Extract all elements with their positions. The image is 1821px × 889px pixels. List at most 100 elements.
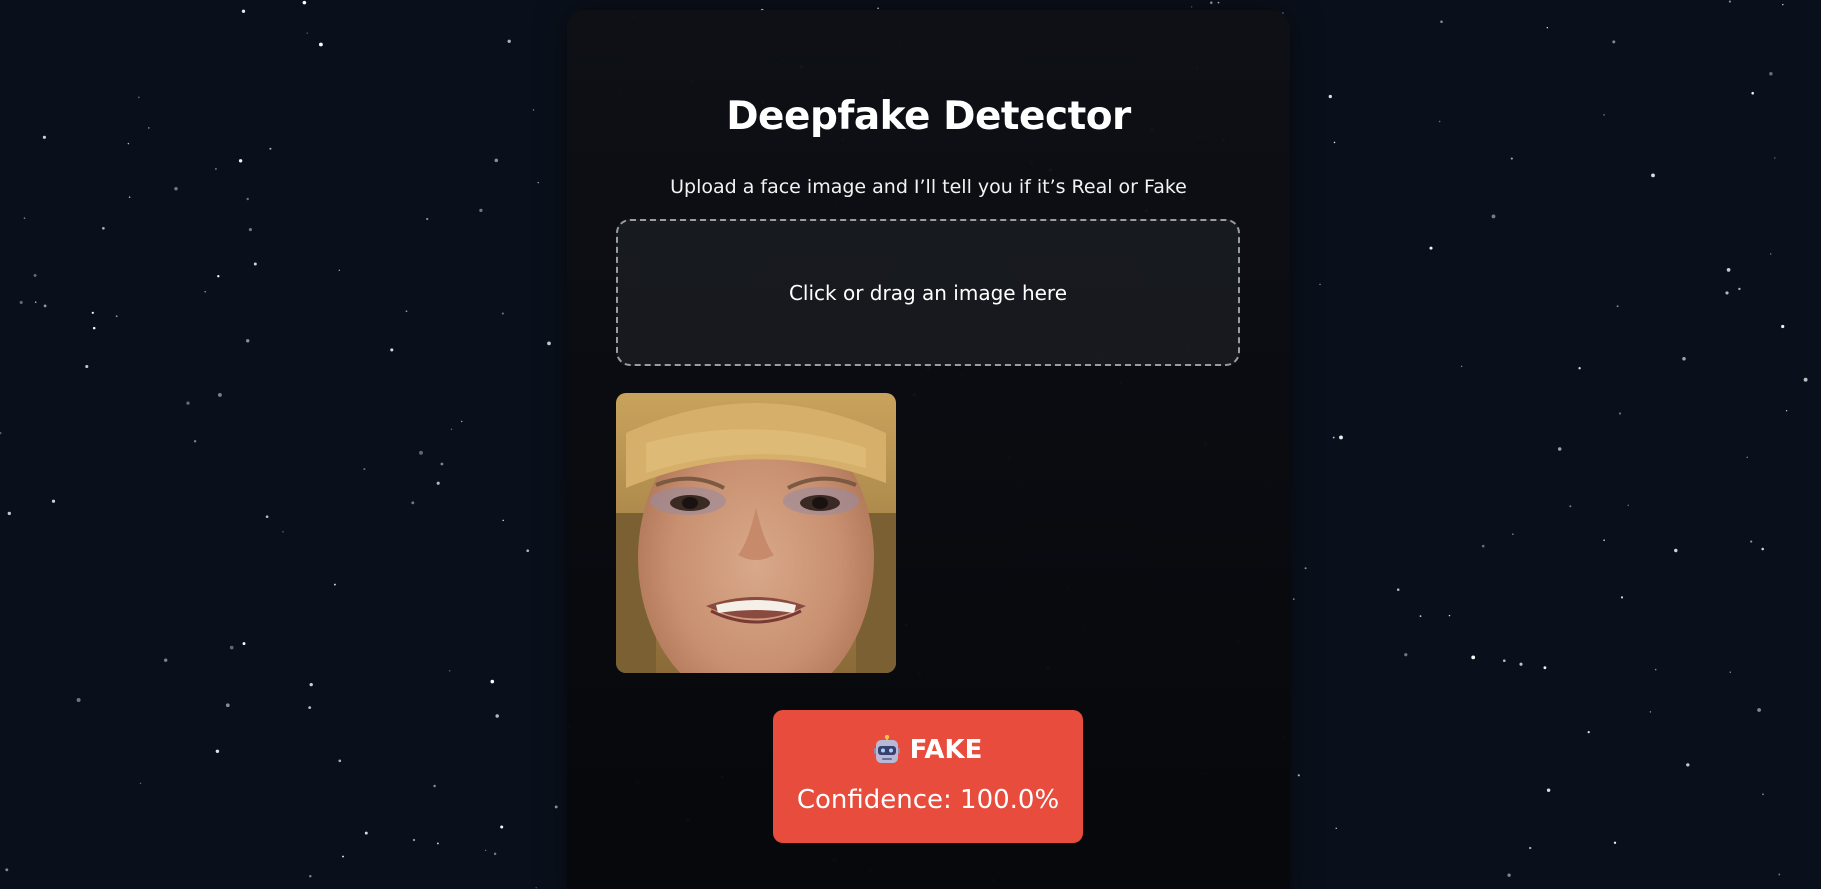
star [436,481,440,485]
star [1404,653,1408,657]
star [85,364,89,369]
star [19,300,23,305]
star [115,315,118,318]
star [1757,708,1761,712]
star [76,698,81,702]
star [426,217,429,221]
star [241,9,246,13]
star [1587,730,1590,734]
star [1769,72,1773,76]
star [877,7,879,10]
star [1774,157,1776,159]
star [1761,547,1764,551]
star [306,32,308,34]
star [1332,436,1335,439]
image-dropzone[interactable]: Click or drag an image here [616,219,1240,366]
star [1429,246,1433,250]
star [1616,305,1619,308]
star [214,167,217,170]
star [1738,287,1741,291]
star [1751,91,1754,95]
uploaded-image-preview [616,393,896,673]
star [1612,40,1616,44]
star [33,273,37,277]
star [318,42,323,47]
star [502,519,504,522]
star [302,0,307,5]
star [494,158,499,163]
star [91,311,94,314]
star [554,805,558,809]
dropzone-prompt: Click or drag an image here [788,280,1068,305]
star [242,642,246,646]
star [139,782,142,785]
star [1613,841,1617,844]
confidence-text: Confidence: 100.0% [796,785,1060,815]
star [1438,120,1441,123]
star [1510,157,1513,160]
star [1781,324,1785,329]
star [1297,774,1300,777]
star [309,682,313,687]
star [485,849,487,851]
star [137,96,140,99]
star [1448,614,1451,617]
star [193,440,197,443]
star [51,499,56,503]
star [1578,367,1581,370]
star [1217,1,1220,4]
star [1557,447,1562,451]
star [1726,268,1731,272]
page-subtitle: Upload a face image and I’ll tell you if… [670,176,1187,198]
star [1686,763,1690,767]
star [1762,793,1764,796]
star [342,855,344,858]
star [1396,588,1400,591]
star [217,275,220,278]
star [1782,3,1784,6]
star [147,127,150,129]
star [460,420,463,423]
star [1339,435,1343,440]
star [1440,20,1443,24]
star [1502,659,1506,663]
star [1603,539,1605,541]
star [1746,456,1748,458]
star [364,831,368,835]
star [308,706,312,709]
star [1546,788,1551,792]
star [1729,671,1732,673]
star [1674,548,1678,553]
star [282,531,284,533]
star [333,583,336,586]
star [526,549,530,553]
star [1627,504,1629,507]
star [225,703,230,708]
star [164,658,168,662]
star [500,825,504,829]
detector-card: Deepfake Detector Upload a face image an… [567,10,1290,889]
prediction-label: FAKE [909,735,983,765]
star [363,468,366,471]
star [246,197,249,201]
star [1546,27,1548,29]
star [1304,567,1307,570]
star [1481,544,1485,548]
star [1491,214,1496,219]
star [1460,365,1463,368]
star [412,838,416,842]
star [338,759,342,763]
star [1507,873,1511,877]
star [1620,596,1624,599]
star [0,431,2,435]
star [1603,114,1605,116]
star [405,310,408,313]
star [479,208,483,213]
robot-icon [873,735,900,763]
star [1649,711,1652,713]
star [23,217,26,219]
star [217,392,222,397]
star [43,304,47,308]
prediction-result-badge: FAKE Confidence: 100.0% [773,710,1083,843]
star [507,39,511,43]
